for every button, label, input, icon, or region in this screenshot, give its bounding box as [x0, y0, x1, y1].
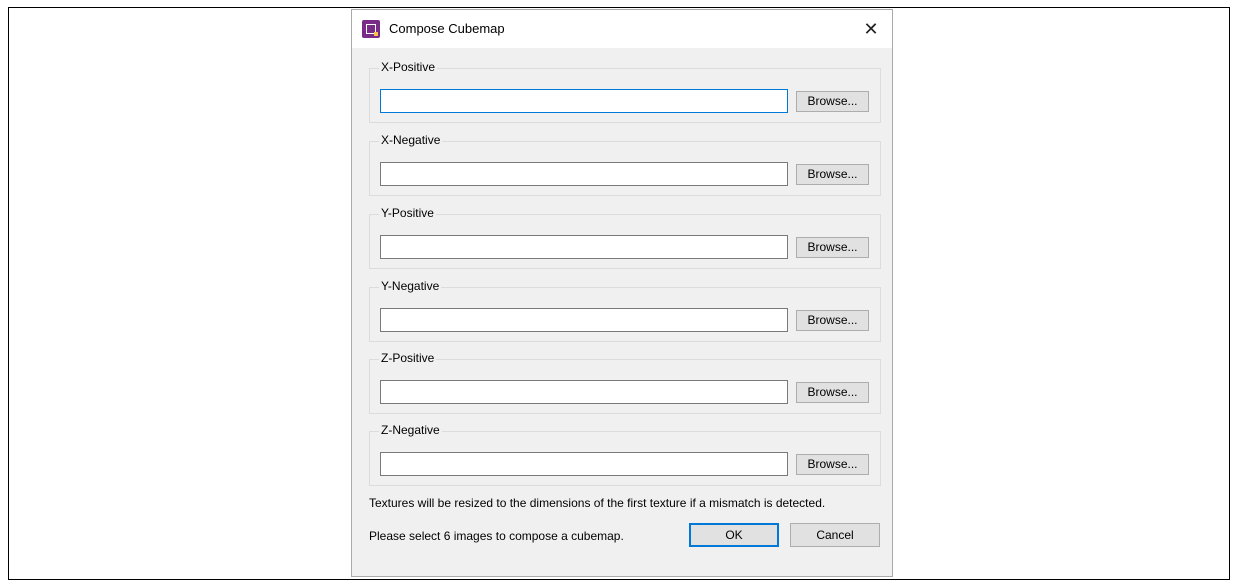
y-positive-browse-button[interactable]: Browse...: [796, 237, 869, 258]
y-negative-browse-button[interactable]: Browse...: [796, 310, 869, 331]
z-positive-path-input[interactable]: [380, 380, 788, 404]
face-group-x-positive: X-Positive Browse...: [369, 60, 881, 123]
face-group-y-positive: Y-Positive Browse...: [369, 206, 881, 269]
face-label: Z-Negative: [379, 423, 442, 437]
cancel-button[interactable]: Cancel: [790, 523, 880, 547]
z-negative-path-input[interactable]: [380, 452, 788, 476]
face-group-x-negative: X-Negative Browse...: [369, 133, 881, 196]
face-label: Y-Negative: [379, 279, 442, 293]
face-label: X-Negative: [379, 133, 443, 147]
x-negative-browse-button[interactable]: Browse...: [796, 164, 869, 185]
face-group-y-negative: Y-Negative Browse...: [369, 279, 881, 342]
cubemap-app-icon: [362, 20, 380, 38]
y-positive-path-input[interactable]: [380, 235, 788, 259]
resize-note: Textures will be resized to the dimensio…: [369, 496, 826, 510]
compose-cubemap-dialog: Compose Cubemap ✕ X-Positive Browse... X…: [351, 9, 893, 577]
face-group-z-negative: Z-Negative Browse...: [369, 423, 881, 486]
face-label: Z-Positive: [379, 351, 437, 365]
z-negative-browse-button[interactable]: Browse...: [796, 454, 869, 475]
x-positive-path-input[interactable]: [380, 89, 788, 113]
face-label: X-Positive: [379, 60, 438, 74]
y-negative-path-input[interactable]: [380, 308, 788, 332]
x-positive-browse-button[interactable]: Browse...: [796, 91, 869, 112]
x-negative-path-input[interactable]: [380, 162, 788, 186]
face-label: Y-Positive: [379, 206, 436, 220]
z-positive-browse-button[interactable]: Browse...: [796, 382, 869, 403]
title-bar: Compose Cubemap ✕: [352, 10, 892, 48]
ok-button[interactable]: OK: [689, 523, 779, 547]
close-icon[interactable]: ✕: [857, 16, 885, 42]
dialog-title: Compose Cubemap: [389, 21, 505, 36]
face-group-z-positive: Z-Positive Browse...: [369, 351, 881, 414]
status-message: Please select 6 images to compose a cube…: [369, 529, 624, 543]
